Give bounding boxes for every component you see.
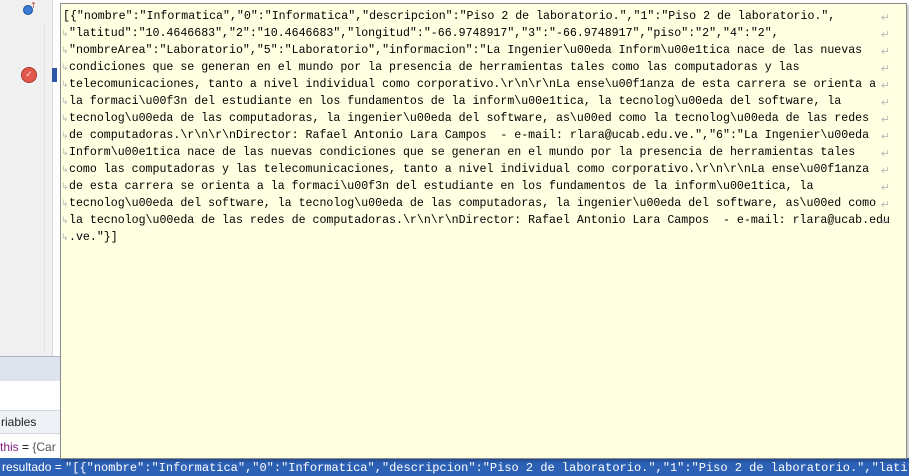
tooltip-line: ↳ condiciones que se generan en el mundo … <box>61 59 906 76</box>
tooltip-line: ↳ la formaci\u00f3n del estudiante en los… <box>61 93 906 110</box>
tooltip-line-text: Inform\u00e1tica nace de las nuevas cond… <box>69 146 856 159</box>
wrap-arrow-icon: ↵ <box>880 113 890 126</box>
wrap-arrow-icon: ↵ <box>880 45 890 58</box>
datatip-label: resultado = <box>2 460 66 474</box>
wrap-arrow-icon: ↵ <box>880 96 890 109</box>
tooltip-line-text: "latitud":"10.4646683","2":"10.4646683",… <box>69 27 779 40</box>
current-line-indicator <box>52 68 57 82</box>
tooltip-line: ↳ tecnolog\u00eda del software, la tecnol… <box>61 195 906 212</box>
datatip-value: "[{"nombre":"Informatica","0":"Informati… <box>65 461 909 475</box>
tooltip-line: ↳ "latitud":"10.4646683","2":"10.4646683"… <box>61 25 906 42</box>
variable-name: this <box>0 440 19 454</box>
tooltip-line-text: la tecnolog\u00eda de las redes de compu… <box>69 214 890 227</box>
breakpoint-icon[interactable]: ✓ <box>21 67 37 83</box>
wrap-arrow-icon: ↵ <box>880 164 890 177</box>
tooltip-line: ↳ "nombreArea":"Laboratorio","5":"Laborat… <box>61 42 906 59</box>
method-override-marker-icon[interactable]: ↑ <box>23 1 37 15</box>
wrap-arrow-icon: ↵ <box>880 181 890 194</box>
tooltip-text: [{"nombre":"Informatica","0":"Informatic… <box>61 8 906 246</box>
wrap-continuation-icon: ↳ <box>61 29 69 39</box>
tooltip-line: ↳ la tecnolog\u00eda de las redes de comp… <box>61 212 906 229</box>
variable-datatip-row[interactable]: resultado = "[{"nombre":"Informatica","0… <box>0 458 909 476</box>
wrap-continuation-icon: ↳ <box>61 46 69 56</box>
wrap-arrow-icon: ↵ <box>880 11 890 24</box>
wrap-arrow-icon: ↵ <box>880 198 890 211</box>
tooltip-line: ↳ telecomunicaciones, tanto a nivel indiv… <box>61 76 906 93</box>
tooltip-line: ↳ de computadoras.\r\n\r\nDirector: Rafae… <box>61 127 906 144</box>
tooltip-line: ↳ de esta carrera se orienta a la formaci… <box>61 178 906 195</box>
wrap-continuation-icon: ↳ <box>61 182 69 192</box>
wrap-continuation-icon: ↳ <box>61 131 69 141</box>
tooltip-line-text: condiciones que se generan en el mundo p… <box>69 61 800 74</box>
wrap-arrow-icon: ↵ <box>880 147 890 160</box>
tooltip-line-text: tecnolog\u00eda de las computadoras, la … <box>69 112 870 125</box>
tooltip-line-text: .ve."}] <box>69 231 118 244</box>
tooltip-line-text: [{"nombre":"Informatica","0":"Informatic… <box>63 10 836 23</box>
wrap-continuation-icon: ↳ <box>61 216 69 226</box>
value-tooltip: [{"nombre":"Informatica","0":"Informatic… <box>60 3 907 459</box>
wrap-continuation-icon: ↳ <box>61 63 69 73</box>
tooltip-line: [{"nombre":"Informatica","0":"Informatic… <box>61 8 906 25</box>
wrap-continuation-icon: ↳ <box>61 114 69 124</box>
tooltip-line-text: telecomunicaciones, tanto a nivel indivi… <box>69 78 877 91</box>
wrap-arrow-icon: ↵ <box>880 28 890 41</box>
tooltip-line-text: como las computadoras y las telecomunica… <box>69 163 870 176</box>
tooltip-line: ↳ Inform\u00e1tica nace de las nuevas con… <box>61 144 906 161</box>
wrap-continuation-icon: ↳ <box>61 233 69 243</box>
gutter-divider <box>44 22 45 352</box>
tooltip-line: ↳ .ve."}] <box>61 229 906 246</box>
wrap-continuation-icon: ↳ <box>61 199 69 209</box>
wrap-continuation-icon: ↳ <box>61 148 69 158</box>
tooltip-line-text: "nombreArea":"Laboratorio","5":"Laborato… <box>69 44 863 57</box>
tooltip-line-text: tecnolog\u00eda del software, la tecnolo… <box>69 197 877 210</box>
tooltip-line: ↳ como las computadoras y las telecomunic… <box>61 161 906 178</box>
tooltip-line-text: de computadoras.\r\n\r\nDirector: Rafael… <box>69 129 870 142</box>
variable-value: {Car <box>32 440 56 454</box>
tooltip-line-text: la formaci\u00f3n del estudiante en los … <box>69 95 842 108</box>
tooltip-line: ↳ tecnolog\u00eda de las computadoras, la… <box>61 110 906 127</box>
debug-panel-toolbar <box>0 356 60 382</box>
wrap-arrow-icon: ↵ <box>880 79 890 92</box>
wrap-arrow-icon: ↵ <box>880 130 890 143</box>
editor-gutter <box>0 0 53 356</box>
wrap-continuation-icon: ↳ <box>61 97 69 107</box>
wrap-arrow-icon: ↵ <box>880 62 890 75</box>
wrap-continuation-icon: ↳ <box>61 80 69 90</box>
variable-row-this[interactable]: this = {Car <box>0 437 60 457</box>
wrap-continuation-icon: ↳ <box>61 165 69 175</box>
variables-tab[interactable]: riables <box>0 410 61 434</box>
variable-equals: = <box>18 440 33 454</box>
tooltip-line-text: de esta carrera se orienta a la formaci\… <box>69 180 814 193</box>
wrap-arrow-icon: ↵ <box>880 215 890 228</box>
